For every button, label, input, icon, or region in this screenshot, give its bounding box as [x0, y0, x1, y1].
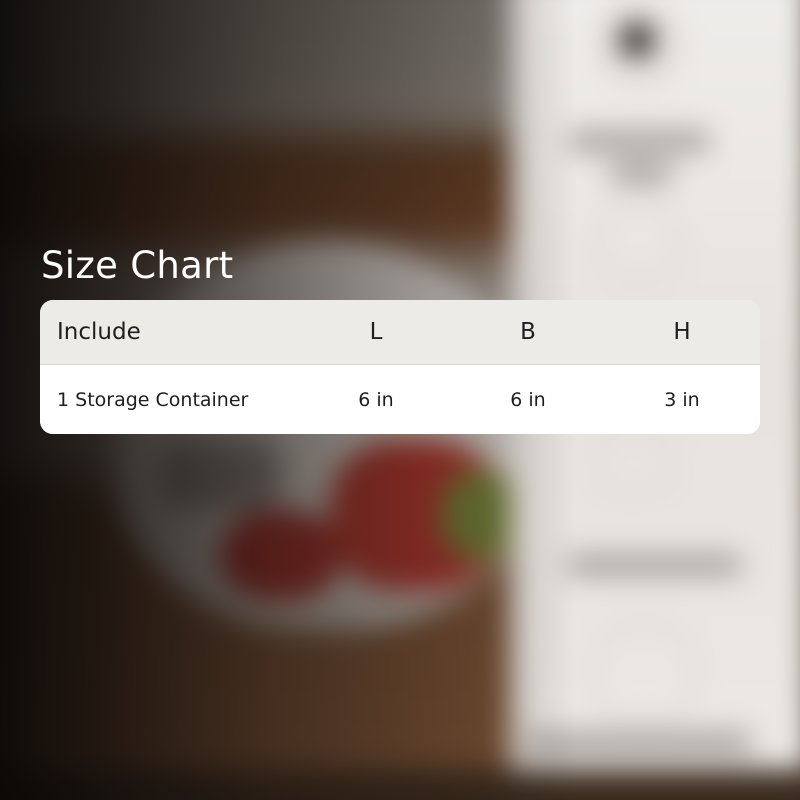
column-header-breadth: B — [520, 319, 536, 345]
table-row: 1 Storage Container 6 in 6 in 3 in — [40, 365, 760, 434]
column-header-length: L — [369, 319, 383, 345]
size-chart-title: Size Chart — [41, 244, 234, 287]
cell-length: 6 in — [358, 388, 394, 411]
table-header-row: Include L B H — [40, 300, 760, 365]
column-header-height: H — [673, 319, 691, 345]
cell-breadth: 6 in — [510, 388, 546, 411]
cell-include: 1 Storage Container — [57, 388, 249, 411]
column-header-include: Include — [57, 319, 141, 345]
size-chart-table: Include L B H 1 Storage Container 6 in 6… — [40, 300, 760, 434]
cell-height: 3 in — [664, 388, 700, 411]
